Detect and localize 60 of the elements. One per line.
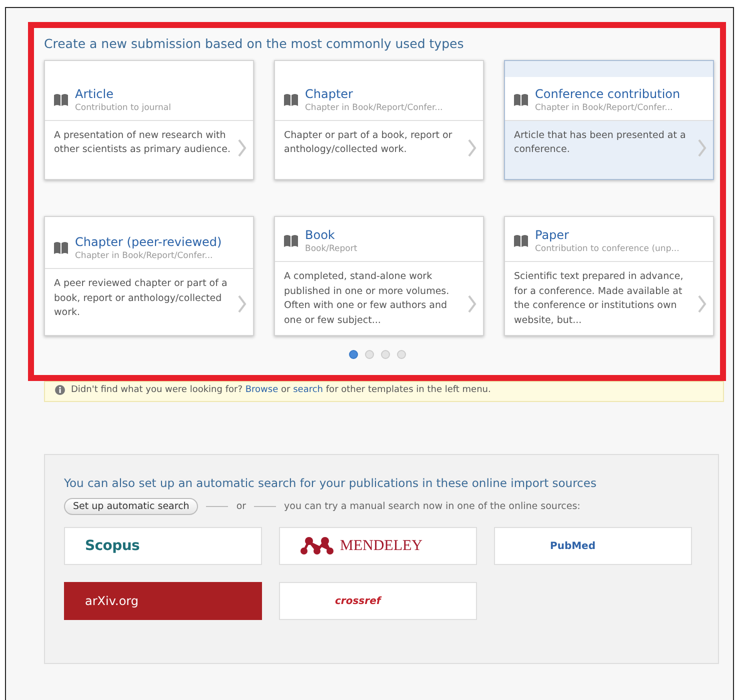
- submission-type-card[interactable]: Chapter Chapter in Book/Report/Confer... Chapter or part of a book, report or anthology/collected work.: [274, 60, 484, 180]
- source-logo-text: PubMed: [550, 540, 596, 552]
- book-icon: [513, 92, 529, 106]
- card-subtitle: Contribution to conference (unp...: [535, 243, 680, 255]
- card-subtitle: Chapter in Book/Report/Confer...: [305, 102, 443, 114]
- card-description: Scientific text prepared in advance, for a conference. Made available at the conference or institutions own website, but...: [514, 270, 684, 328]
- chevron-right-icon: [467, 295, 477, 313]
- book-icon: [53, 241, 69, 256]
- submission-type-card[interactable]: Article Contribution to journal A presentation of new research with other scientists as primary audience.: [44, 60, 254, 180]
- import-source-tile[interactable]: MENDELEY: [279, 527, 477, 565]
- import-source-tile[interactable]: arXiv.org: [64, 582, 262, 620]
- book-icon: [283, 234, 299, 248]
- source-logo-text: arXiv.org: [85, 594, 139, 608]
- pager-dot[interactable]: [397, 350, 406, 359]
- info-message: Didn't find what you were looking for? Browse or search for other templates in the left menu.: [71, 385, 491, 395]
- template-link[interactable]: Browse: [245, 385, 278, 395]
- submission-type-card[interactable]: Book Book/Report A completed, stand-alone work published in one or more volumes. Often with one or few authors and one or few subject...: [274, 216, 484, 336]
- chevron-right-icon: [237, 139, 247, 157]
- submission-type-card[interactable]: Chapter (peer-reviewed) Chapter in Book/Report/Confer... A peer reviewed chapter or part of a book, report or anthology/collected work.: [44, 216, 254, 336]
- pager-dot[interactable]: [349, 350, 358, 359]
- card-description: Chapter or part of a book, report or anthology/collected work.: [284, 128, 454, 157]
- card-title: Conference contribution: [535, 86, 680, 102]
- import-source-tile[interactable]: Scopus: [64, 527, 262, 565]
- submission-type-card[interactable]: Conference contribution Chapter in Book/Report/Confer... Article that has been presented at a conference.: [504, 60, 714, 180]
- card-title: Book: [305, 228, 336, 243]
- source-logo-text: Scopus: [85, 538, 140, 554]
- card-title: Chapter: [305, 86, 354, 102]
- book-icon: [283, 92, 299, 106]
- chevron-right-icon: [697, 295, 707, 313]
- card-description: A completed, stand-alone work published in one or more volumes. Often with one or few authors and one or few subject...: [284, 270, 450, 328]
- book-icon: [513, 234, 529, 248]
- book-icon: [53, 92, 69, 106]
- template-link[interactable]: search: [293, 385, 324, 395]
- card-subtitle: Chapter in Book/Report/Confer...: [535, 102, 674, 114]
- dots-logo-icon: [300, 536, 334, 556]
- pager-dot[interactable]: [365, 350, 374, 359]
- source-logo-text: crossref: [335, 596, 381, 606]
- import-heading: You can also set up an automatic search for your publications in these online import sources: [64, 476, 598, 490]
- manual-search-text: you can try a manual search now in one of the online sources:: [284, 501, 580, 512]
- card-subtitle: Chapter in Book/Report/Confer...: [75, 250, 214, 262]
- card-title: Article: [75, 86, 114, 102]
- chevron-right-icon: [697, 139, 707, 157]
- section-heading: Create a new submission based on the most commonly used types: [44, 36, 465, 51]
- card-description: A presentation of new research with other scientists as primary audience.: [54, 128, 232, 157]
- or-label: or: [236, 501, 246, 512]
- pager-dot[interactable]: [381, 350, 390, 359]
- source-logo-text: MENDELEY: [340, 538, 422, 554]
- import-source-tile[interactable]: crossref: [279, 582, 477, 620]
- card-description: A peer reviewed chapter or part of a book, report or anthology/collected work.: [54, 277, 228, 320]
- chevron-right-icon: [237, 295, 247, 313]
- chevron-right-icon: [467, 139, 477, 157]
- submission-type-card[interactable]: Paper Contribution to conference (unp... Scientific text prepared in advance, for a conference. Made available at the conference or institutions own website, but...: [504, 216, 714, 336]
- setup-search-button[interactable]: Set up automatic search: [64, 498, 198, 515]
- import-source-tile[interactable]: PubMed: [494, 527, 692, 565]
- card-subtitle: Contribution to journal: [75, 102, 171, 114]
- card-title: Chapter (peer-reviewed): [75, 235, 222, 250]
- info-icon: [55, 385, 65, 395]
- card-description: Article that has been presented at a conference.: [514, 128, 687, 157]
- card-title: Paper: [535, 228, 570, 243]
- card-subtitle: Book/Report: [305, 243, 358, 255]
